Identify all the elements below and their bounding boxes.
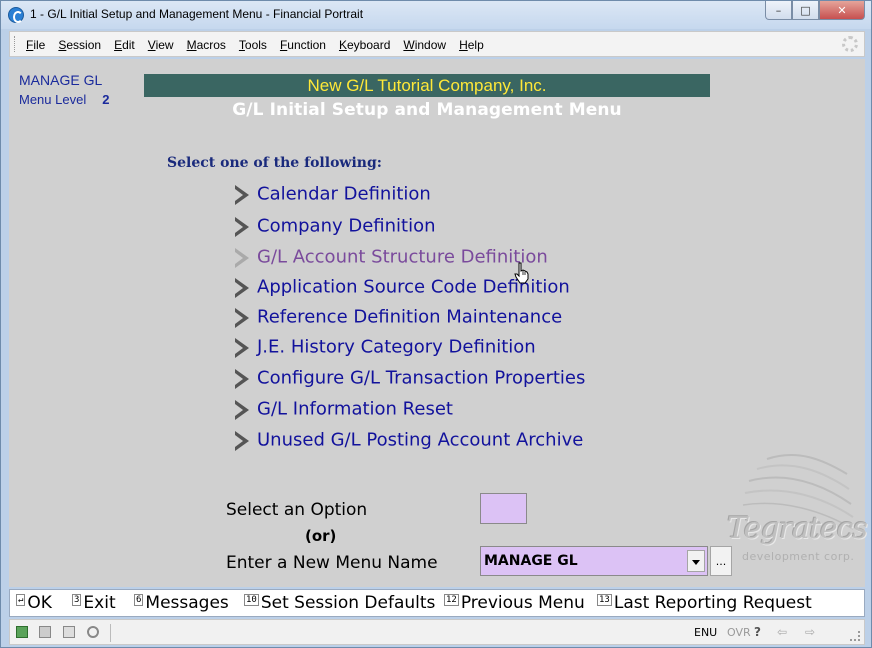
option-je-history-category-definition[interactable]: J.E. History Category Definition	[235, 336, 536, 364]
connection-icon[interactable]	[16, 626, 28, 638]
chevron-down-icon[interactable]	[687, 550, 705, 572]
menu-level-label: Menu Level	[19, 92, 87, 107]
page-title: G/L Initial Setup and Management Menu	[232, 100, 622, 120]
company-banner: New G/L Tutorial Company, Inc.	[144, 74, 710, 97]
f10-key-icon: 10	[244, 594, 259, 606]
or-label: (or)	[305, 527, 337, 545]
maximize-button[interactable]: □	[792, 1, 819, 20]
menu-items: File Session Edit View Macros Tools Func…	[26, 38, 497, 52]
overwrite-indicator: OVR	[727, 626, 751, 639]
new-menu-label: Enter a New Menu Name	[226, 553, 438, 573]
chevron-right-icon	[235, 336, 251, 358]
select-option-label: Select an Option	[226, 500, 368, 520]
window-controls: – □ ✕	[765, 1, 865, 20]
menu-level: Menu Level 2	[19, 92, 109, 107]
window-title: 1 - G/L Initial Setup and Management Men…	[30, 7, 364, 21]
status-divider	[110, 624, 111, 642]
fkey-set-session-defaults-button[interactable]: 10 Set Session Defaults	[244, 593, 435, 613]
function-key-bar: ↵ OK 3 Exit 6 Messages 10 Set Session Defaul…	[9, 589, 865, 617]
forward-arrow-icon[interactable]: ⇨	[805, 625, 815, 639]
menu-bar: File Session Edit View Macros Tools Func…	[9, 31, 865, 57]
option-gl-account-structure-definition[interactable]: G/L Account Structure Definition	[235, 246, 548, 274]
menu-view[interactable]: View	[148, 38, 174, 52]
menu-file[interactable]: File	[26, 38, 45, 52]
fkey-ok-button[interactable]: ↵ OK	[16, 593, 52, 613]
minimize-button[interactable]: –	[765, 1, 792, 20]
option-configure-gl-transaction-properties[interactable]: Configure G/L Transaction Properties	[235, 367, 585, 395]
chevron-right-icon	[235, 246, 251, 268]
menu-session[interactable]: Session	[58, 38, 101, 52]
printer-icon[interactable]	[39, 626, 51, 638]
status-bar: ENU OVR ? ⇦ ⇨	[9, 619, 865, 645]
new-menu-value: MANAGE GL	[484, 553, 578, 569]
application-window: 1 - G/L Initial Setup and Management Men…	[0, 0, 872, 648]
menu-tools[interactable]: Tools	[239, 38, 267, 52]
fkey-last-reporting-request-button[interactable]: 13 Last Reporting Request	[597, 593, 812, 613]
f3-key-icon: 3	[72, 594, 82, 606]
title-bar[interactable]: 1 - G/L Initial Setup and Management Men…	[1, 1, 871, 29]
menu-window[interactable]: Window	[403, 38, 446, 52]
card-icon[interactable]	[63, 626, 75, 638]
help-icon[interactable]: ?	[754, 625, 761, 639]
menu-macros[interactable]: Macros	[187, 38, 226, 52]
new-menu-select[interactable]: MANAGE GL	[480, 546, 708, 576]
menubar-grip-icon	[14, 36, 17, 52]
option-calendar-definition[interactable]: Calendar Definition	[235, 183, 431, 211]
current-menu-name: MANAGE GL	[19, 72, 103, 88]
fkey-messages-button[interactable]: 6 Messages	[134, 593, 229, 613]
hand-cursor-icon	[514, 262, 529, 284]
option-unused-gl-posting-account-archive[interactable]: Unused G/L Posting Account Archive	[235, 429, 583, 457]
chevron-right-icon	[235, 306, 251, 328]
menu-edit[interactable]: Edit	[114, 38, 135, 52]
menu-help[interactable]: Help	[459, 38, 484, 52]
logo-tagline: development corp.	[742, 550, 855, 563]
language-indicator: ENU	[694, 626, 718, 639]
option-company-definition[interactable]: Company Definition	[235, 215, 436, 243]
menu-level-value: 2	[102, 92, 110, 107]
browse-menu-button[interactable]: ...	[710, 546, 732, 576]
activity-spinner-icon	[842, 36, 858, 52]
chevron-right-icon	[235, 276, 251, 298]
f12-key-icon: 12	[444, 594, 459, 606]
enter-key-icon: ↵	[16, 594, 26, 606]
f6-key-icon: 6	[134, 594, 144, 606]
chevron-right-icon	[235, 183, 251, 205]
main-content: MANAGE GL Menu Level 2 New G/L Tutorial C…	[9, 59, 868, 587]
block-icon[interactable]	[87, 626, 99, 638]
select-prompt: Select one of the following:	[167, 155, 382, 171]
chevron-right-icon	[235, 367, 251, 389]
chevron-right-icon	[235, 398, 251, 420]
menu-function[interactable]: Function	[280, 38, 326, 52]
close-button[interactable]: ✕	[819, 1, 865, 20]
f13-key-icon: 13	[597, 594, 612, 606]
chevron-right-icon	[235, 429, 251, 451]
chevron-right-icon	[235, 215, 251, 237]
resize-grip-icon[interactable]	[850, 631, 860, 641]
select-option-input[interactable]	[480, 493, 527, 524]
app-icon[interactable]	[8, 7, 24, 23]
fkey-previous-menu-button[interactable]: 12 Previous Menu	[444, 593, 585, 613]
option-gl-information-reset[interactable]: G/L Information Reset	[235, 398, 453, 426]
option-reference-definition-maintenance[interactable]: Reference Definition Maintenance	[235, 306, 562, 334]
back-arrow-icon[interactable]: ⇦	[777, 625, 787, 639]
menu-keyboard[interactable]: Keyboard	[339, 38, 390, 52]
fkey-exit-button[interactable]: 3 Exit	[72, 593, 116, 613]
logo-wordmark: Tegratecs	[727, 511, 868, 546]
